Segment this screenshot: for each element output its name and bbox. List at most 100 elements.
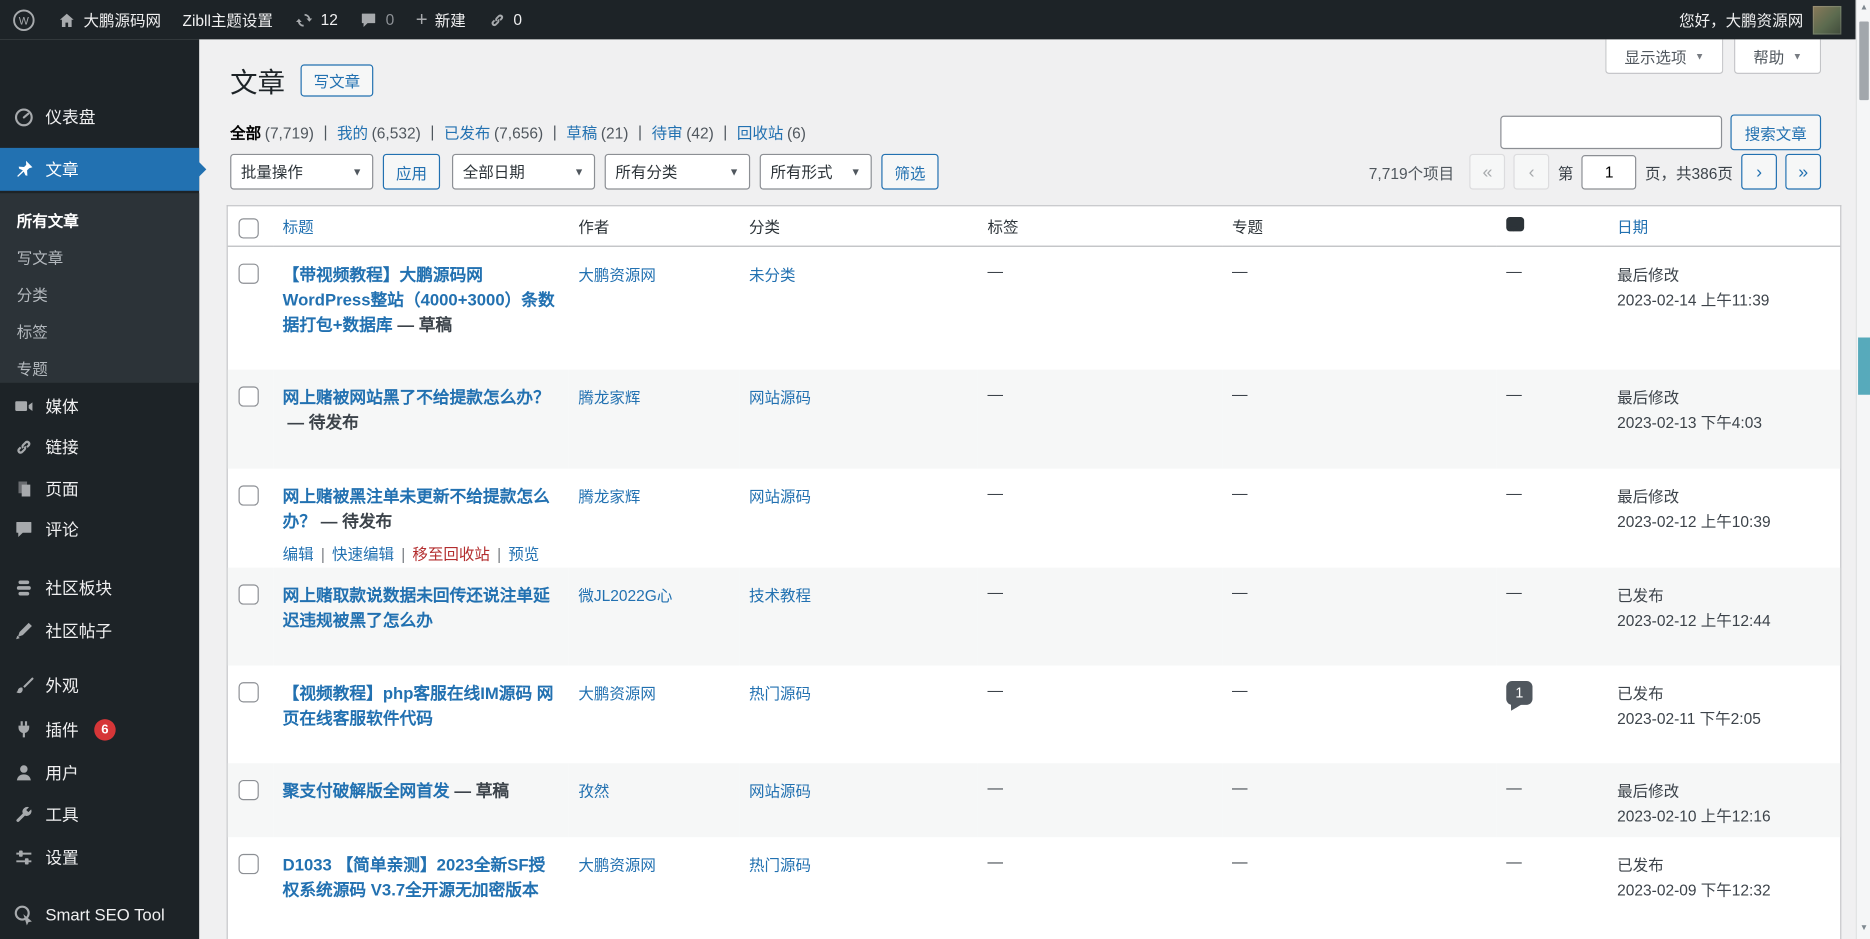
author-link[interactable]: 孜然 <box>578 782 609 800</box>
last-page-button[interactable]: » <box>1785 154 1821 190</box>
sort-title-header[interactable]: 标题 <box>283 218 314 236</box>
sidebar-item-smart-seo-tool[interactable]: Smart SEO Tool <box>0 893 199 936</box>
filter-trash[interactable]: 回收站(6) <box>737 124 806 142</box>
comment-count-bubble[interactable]: 1 <box>1506 681 1532 705</box>
filter-published[interactable]: 已发布(7,656) <box>444 124 543 142</box>
page-title: 文章 <box>230 60 285 101</box>
next-page-button[interactable]: › <box>1741 154 1777 190</box>
sidebar-item-settings[interactable]: 设置 <box>0 836 199 879</box>
wp-logo-menu[interactable]: W <box>12 8 36 32</box>
row-checkbox[interactable] <box>239 682 259 702</box>
post-title-link[interactable]: 聚支付破解版全网首发 <box>283 781 450 800</box>
sidebar-item-comments[interactable]: 评论 <box>0 508 199 551</box>
first-page-button[interactable]: « <box>1470 154 1506 190</box>
scroll-down-icon[interactable]: ▼ <box>1857 921 1870 938</box>
author-link[interactable]: 大鹏资源网 <box>578 265 656 283</box>
row-checkbox[interactable] <box>239 386 259 406</box>
filter-drafts[interactable]: 草稿(21) <box>566 124 628 142</box>
help-button[interactable]: 帮助 ▼ <box>1734 39 1821 74</box>
row-checkbox[interactable] <box>239 854 259 874</box>
add-new-post-button[interactable]: 写文章 <box>301 64 374 96</box>
author-link[interactable]: 大鹏资源网 <box>578 856 656 874</box>
filter-mine[interactable]: 我的(6,532) <box>337 124 421 142</box>
post-title-link[interactable]: 网上赌被网站黑了不给提款怎么办？ <box>283 388 550 407</box>
screen-options-button[interactable]: 显示选项 ▼ <box>1605 39 1723 74</box>
row-checkbox[interactable] <box>239 584 259 604</box>
sidebar-subitem-add-new[interactable]: 写文章 <box>0 239 199 276</box>
action-separator: | <box>321 545 325 563</box>
zibll-theme-menu[interactable]: Zibll主题设置 <box>182 8 272 31</box>
post-title-link[interactable]: 网上赌取款说数据未回传还说注单延迟违规被黑了怎么办 <box>283 586 550 630</box>
date-status: 已发布 <box>1617 856 1664 874</box>
topic-value: — <box>1232 681 1248 699</box>
category-filter-select[interactable]: 所有分类 <box>605 154 750 190</box>
select-all-checkbox[interactable] <box>239 218 259 238</box>
pending-links-menu[interactable]: 0 <box>487 10 522 29</box>
format-filter-select[interactable]: 所有形式 <box>760 154 872 190</box>
sidebar-subitem-categories[interactable]: 分类 <box>0 275 199 312</box>
sidebar-subitem-all-posts[interactable]: 所有文章 <box>0 202 199 239</box>
trash-link[interactable]: 移至回收站 <box>412 545 490 563</box>
sidebar-subitem-topics[interactable]: 专题 <box>0 349 199 386</box>
posts-table: 标题 作者 分类 标签 专题 日期 【带视频教程】大鹏源码网WordPress整… <box>227 205 1842 939</box>
date-filter-select[interactable]: 全部日期 <box>452 154 595 190</box>
table-row: 网上赌被黑注单未更新不给提款怎么办？— 待发布 编辑|快速编辑|移至回收站|预览… <box>228 469 1840 568</box>
sidebar-item-forum-posts[interactable]: 社区帖子 <box>0 609 199 652</box>
current-page-input[interactable] <box>1582 154 1637 189</box>
sidebar-item-media[interactable]: 媒体 <box>0 385 199 428</box>
update-icon <box>294 10 313 29</box>
sidebar-item-links[interactable]: 链接 <box>0 426 199 469</box>
row-checkbox[interactable] <box>239 485 259 505</box>
author-link[interactable]: 腾龙家辉 <box>578 488 640 506</box>
sidebar-item-plugins[interactable]: 插件 6 <box>0 708 199 751</box>
apply-button[interactable]: 应用 <box>383 154 440 190</box>
scroll-up-icon[interactable]: ▲ <box>1857 0 1870 17</box>
quick-edit-link[interactable]: 快速编辑 <box>332 545 394 563</box>
sidebar-item-pages[interactable]: 页面 <box>0 467 199 510</box>
sidebar-item-tools[interactable]: 工具 <box>0 793 199 836</box>
bulk-action-select[interactable]: 批量操作 <box>230 154 373 190</box>
category-link[interactable]: 热门源码 <box>749 856 811 874</box>
search-posts-button[interactable]: 搜索文章 <box>1730 114 1821 150</box>
prev-page-button[interactable]: ‹ <box>1514 154 1550 190</box>
post-title-link[interactable]: D1033 【简单亲测】2023全新SF授权系统源码 V3.7全开源无加密版本 <box>283 855 546 899</box>
category-link[interactable]: 网站源码 <box>749 389 811 407</box>
author-link[interactable]: 微JL2022G心 <box>578 587 672 605</box>
dashboard-icon <box>13 106 34 127</box>
sidebar-item-forum-sections[interactable]: 社区板块 <box>0 566 199 609</box>
post-title-link[interactable]: 【视频教程】php客服在线IM源码 网页在线客服软件代码 <box>283 683 554 727</box>
comment-icon <box>13 519 34 540</box>
sidebar-item-dashboard[interactable]: 仪表盘 <box>0 95 199 138</box>
category-link[interactable]: 网站源码 <box>749 782 811 800</box>
preview-link[interactable]: 预览 <box>508 545 539 563</box>
new-content-menu[interactable]: + 新建 <box>416 8 466 31</box>
edit-link[interactable]: 编辑 <box>283 545 314 563</box>
filter-all[interactable]: 全部(7,719) <box>230 124 314 142</box>
author-link[interactable]: 大鹏资源网 <box>578 685 656 703</box>
row-checkbox[interactable] <box>239 263 259 283</box>
category-link[interactable]: 热门源码 <box>749 685 811 703</box>
sidebar-item-appearance[interactable]: 外观 <box>0 664 199 707</box>
author-link[interactable]: 腾龙家辉 <box>578 389 640 407</box>
account-greeting[interactable]: 您好，大鹏资源网 <box>1679 8 1803 31</box>
site-name: 大鹏源码网 <box>83 8 161 31</box>
scrollbar-thumb[interactable] <box>1859 21 1869 100</box>
sidebar-item-users[interactable]: 用户 <box>0 751 199 794</box>
updates-menu[interactable]: 12 <box>294 10 337 29</box>
sidebar-item-zibll-shop[interactable]: Zibll商城 <box>0 935 199 939</box>
row-checkbox[interactable] <box>239 780 259 800</box>
category-link[interactable]: 技术教程 <box>749 587 811 605</box>
filter-pending[interactable]: 待审(42) <box>652 124 714 142</box>
filter-button[interactable]: 筛选 <box>881 154 938 190</box>
comments-menu[interactable]: 0 <box>359 10 394 29</box>
visit-site-link[interactable]: 大鹏源码网 <box>57 8 161 31</box>
search-input[interactable] <box>1500 116 1722 149</box>
category-link[interactable]: 未分类 <box>749 265 796 283</box>
category-link[interactable]: 网站源码 <box>749 488 811 506</box>
sidebar-label: 社区帖子 <box>45 619 112 643</box>
screen-meta-links: 显示选项 ▼ 帮助 ▼ <box>1605 39 1821 74</box>
sidebar-item-posts[interactable]: 文章 <box>0 148 199 191</box>
sidebar-subitem-tags[interactable]: 标签 <box>0 312 199 349</box>
tags-header: 标签 <box>978 206 1222 245</box>
sort-date-header[interactable]: 日期 <box>1617 218 1648 236</box>
